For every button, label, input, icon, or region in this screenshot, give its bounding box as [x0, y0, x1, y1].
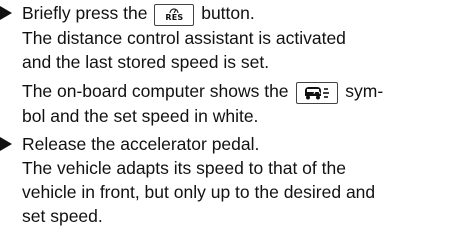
instruction-page: Briefly press the RES button. The distan… — [0, 1, 462, 228]
step-2-result-line-3: set speed. — [22, 206, 103, 226]
step-1-result-line-1: The distance control assistant is activa… — [22, 28, 346, 48]
instruction-step-1: Briefly press the RES button. The distan… — [0, 1, 462, 128]
step-1-info-pre: The on-board computer shows the — [22, 81, 289, 101]
distance-assist-symbol — [296, 82, 339, 104]
distance-assist-car-icon — [305, 87, 330, 100]
step-1-action: Briefly press the RES button. — [22, 1, 462, 26]
step-bullet-icon — [0, 6, 12, 20]
step-1-info-post: sym- — [345, 81, 384, 101]
step-1-action-pre: Briefly press the — [22, 3, 148, 23]
step-1-info-line-2: bol and the set speed in white. — [22, 106, 259, 126]
res-button-icon: RES — [154, 4, 195, 26]
step-2-action: Release the accelerator pedal. — [22, 134, 260, 154]
step-1-info-line-1: The on-board computer shows the sym- — [22, 79, 462, 104]
step-2-result-line-2: vehicle in front, but only up to the des… — [22, 182, 376, 202]
res-button-label: RES — [165, 13, 184, 22]
instruction-step-2: Release the accelerator pedal. The vehic… — [0, 132, 462, 228]
step-2-result-line-1: The vehicle adapts its speed to that of … — [22, 158, 346, 178]
step-bullet-icon — [0, 137, 12, 151]
step-1-result-line-2: and the last stored speed is set. — [22, 52, 270, 72]
step-1-action-post: button. — [201, 3, 255, 23]
